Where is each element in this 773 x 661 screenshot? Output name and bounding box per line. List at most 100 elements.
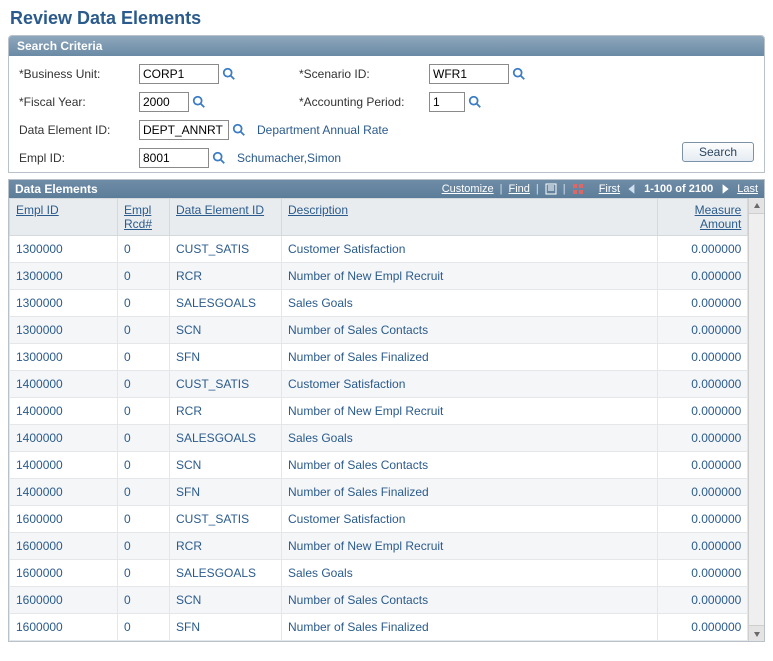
grid-find-link[interactable]: Find xyxy=(509,183,530,195)
table-cell: 0 xyxy=(118,371,170,398)
table-row: 14000000SFNNumber of Sales Finalized0.00… xyxy=(10,479,748,506)
fiscal-year-input[interactable] xyxy=(139,92,189,112)
search-button[interactable]: Search xyxy=(682,142,754,162)
table-cell: 0.000000 xyxy=(658,317,748,344)
col-header-empl-rcd[interactable]: Empl Rcd# xyxy=(118,199,170,236)
table-cell: 0 xyxy=(118,533,170,560)
table-cell: Number of New Empl Recruit xyxy=(282,533,658,560)
table-cell: 0 xyxy=(118,290,170,317)
table-cell: RCR xyxy=(170,263,282,290)
prev-icon[interactable] xyxy=(626,183,638,195)
table-cell: 1400000 xyxy=(10,452,118,479)
table-cell: 1300000 xyxy=(10,236,118,263)
table-cell: Number of Sales Contacts xyxy=(282,452,658,479)
table-cell: Number of Sales Finalized xyxy=(282,614,658,641)
table-cell: 1600000 xyxy=(10,614,118,641)
table-row: 13000000SFNNumber of Sales Finalized0.00… xyxy=(10,344,748,371)
table-row: 16000000SFNNumber of Sales Finalized0.00… xyxy=(10,614,748,641)
table-row: 16000000RCRNumber of New Empl Recruit0.0… xyxy=(10,533,748,560)
grid-first-link[interactable]: First xyxy=(599,183,620,195)
table-row: 13000000RCRNumber of New Empl Recruit0.0… xyxy=(10,263,748,290)
table-row: 14000000CUST_SATISCustomer Satisfaction0… xyxy=(10,371,748,398)
table-row: 14000000SALESGOALSSales Goals0.000000 xyxy=(10,425,748,452)
table-cell: 0.000000 xyxy=(658,344,748,371)
col-header-description[interactable]: Description xyxy=(282,199,658,236)
next-icon[interactable] xyxy=(719,183,731,195)
download-icon[interactable] xyxy=(545,183,557,195)
grid-customize-link[interactable]: Customize xyxy=(442,183,494,195)
table-cell: Number of New Empl Recruit xyxy=(282,398,658,425)
table-cell: Number of Sales Finalized xyxy=(282,479,658,506)
table-cell: 0.000000 xyxy=(658,371,748,398)
table-cell: Sales Goals xyxy=(282,290,658,317)
table-cell: Customer Satisfaction xyxy=(282,506,658,533)
scroll-down-icon[interactable] xyxy=(749,625,764,641)
table-cell: 1300000 xyxy=(10,290,118,317)
table-cell: Customer Satisfaction xyxy=(282,236,658,263)
table-row: 14000000RCRNumber of New Empl Recruit0.0… xyxy=(10,398,748,425)
col-header-data-element-id[interactable]: Data Element ID xyxy=(170,199,282,236)
col-header-measure-amount[interactable]: Measure Amount xyxy=(658,199,748,236)
empl-id-input[interactable] xyxy=(139,148,209,168)
business-unit-input[interactable] xyxy=(139,64,219,84)
table-cell: 1400000 xyxy=(10,425,118,452)
lookup-icon[interactable] xyxy=(512,67,526,81)
table-cell: SFN xyxy=(170,479,282,506)
col-header-empl-id[interactable]: Empl ID xyxy=(10,199,118,236)
table-cell: Sales Goals xyxy=(282,425,658,452)
table-cell: 0 xyxy=(118,425,170,452)
table-cell: SALESGOALS xyxy=(170,290,282,317)
table-cell: SFN xyxy=(170,344,282,371)
table-cell: 0.000000 xyxy=(658,614,748,641)
table-cell: 0 xyxy=(118,236,170,263)
lookup-icon[interactable] xyxy=(232,123,246,137)
label-data-element-id: Data Element ID: xyxy=(19,123,139,137)
table-cell: CUST_SATIS xyxy=(170,371,282,398)
table-cell: 0.000000 xyxy=(658,290,748,317)
page-title: Review Data Elements xyxy=(10,8,765,29)
table-cell: 1400000 xyxy=(10,479,118,506)
label-fiscal-year: Fiscal Year: xyxy=(19,95,139,109)
grid-title: Data Elements xyxy=(15,182,98,196)
table-cell: Customer Satisfaction xyxy=(282,371,658,398)
table-cell: 1400000 xyxy=(10,371,118,398)
table-cell: 0 xyxy=(118,506,170,533)
scenario-id-input[interactable] xyxy=(429,64,509,84)
lookup-icon[interactable] xyxy=(222,67,236,81)
table-row: 13000000CUST_SATISCustomer Satisfaction0… xyxy=(10,236,748,263)
data-element-id-input[interactable] xyxy=(139,120,229,140)
table-cell: 1300000 xyxy=(10,317,118,344)
table-cell: 1600000 xyxy=(10,506,118,533)
table-cell: 1600000 xyxy=(10,533,118,560)
empl-id-desc: Schumacher,Simon xyxy=(237,151,341,165)
table-cell: 0.000000 xyxy=(658,398,748,425)
table-cell: Number of Sales Contacts xyxy=(282,317,658,344)
table-row: 16000000SALESGOALSSales Goals0.000000 xyxy=(10,560,748,587)
scroll-up-icon[interactable] xyxy=(749,198,764,214)
table-row: 13000000SCNNumber of Sales Contacts0.000… xyxy=(10,317,748,344)
table-cell: SCN xyxy=(170,317,282,344)
lookup-icon[interactable] xyxy=(468,95,482,109)
table-row: 16000000CUST_SATISCustomer Satisfaction0… xyxy=(10,506,748,533)
search-criteria-header: Search Criteria xyxy=(9,36,764,56)
data-element-id-desc: Department Annual Rate xyxy=(257,123,388,137)
grid-last-link[interactable]: Last xyxy=(737,183,758,195)
table-cell: 0 xyxy=(118,317,170,344)
table-cell: CUST_SATIS xyxy=(170,236,282,263)
grid-range-text: 1-100 of 2100 xyxy=(644,183,713,195)
lookup-icon[interactable] xyxy=(192,95,206,109)
table-cell: 0.000000 xyxy=(658,560,748,587)
table-cell: 0 xyxy=(118,398,170,425)
lookup-icon[interactable] xyxy=(212,151,226,165)
table-cell: SFN xyxy=(170,614,282,641)
table-cell: 0 xyxy=(118,479,170,506)
table-row: 16000000SCNNumber of Sales Contacts0.000… xyxy=(10,587,748,614)
vertical-scrollbar[interactable] xyxy=(748,198,764,641)
accounting-period-input[interactable] xyxy=(429,92,465,112)
table-cell: 1300000 xyxy=(10,263,118,290)
table-cell: 0.000000 xyxy=(658,479,748,506)
grid-icon[interactable] xyxy=(572,183,584,195)
table-cell: 0 xyxy=(118,587,170,614)
table-cell: 0.000000 xyxy=(658,587,748,614)
table-cell: 0.000000 xyxy=(658,236,748,263)
